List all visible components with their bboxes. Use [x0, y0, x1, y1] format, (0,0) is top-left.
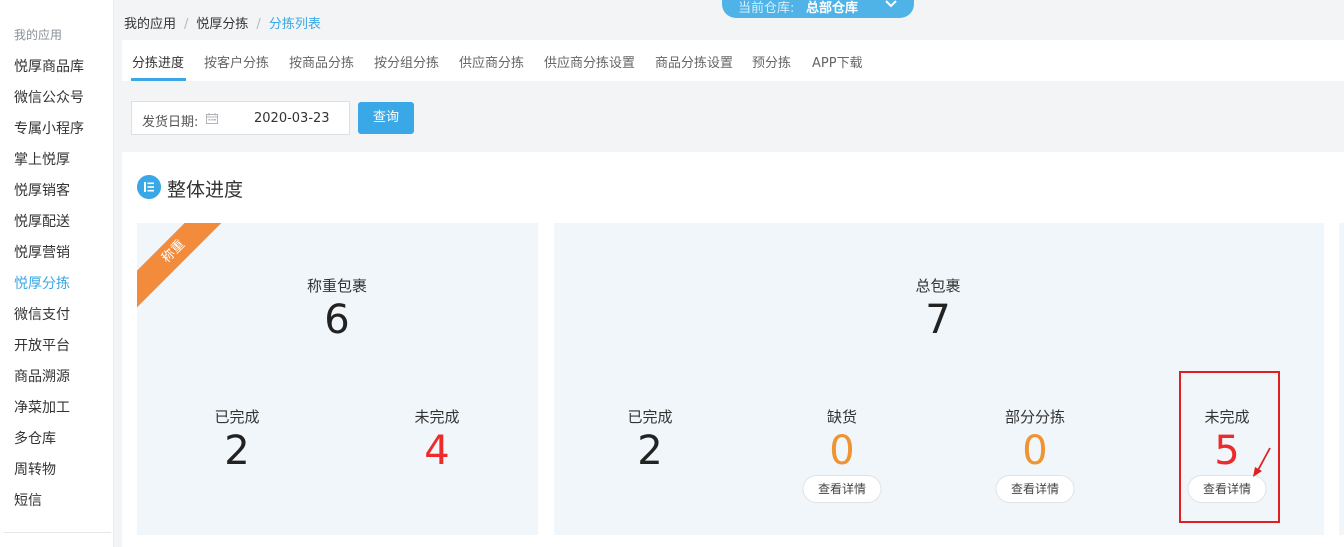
weigh-done-count: 2: [224, 428, 250, 474]
weigh-card-title: 称重包裹: [306, 277, 368, 295]
sidebar-item-wechat-pay[interactable]: 微信支付: [14, 305, 70, 325]
tab-by-group[interactable]: 按分组分拣: [374, 52, 439, 71]
weigh-pending-count: 4: [424, 428, 450, 474]
tab-by-supplier[interactable]: 供应商分拣: [459, 52, 524, 71]
sidebar-item-wechat-official[interactable]: 微信公众号: [14, 88, 84, 108]
chevron-down-icon: [885, 0, 897, 8]
weigh-ribbon: 称重: [137, 223, 237, 315]
delivery-date-value: 2020-03-23: [254, 111, 330, 126]
sidebar-item-mobile[interactable]: 掌上悦厚: [14, 150, 70, 170]
total-package-count: 7: [925, 297, 951, 343]
sidebar-title: 我的应用: [14, 28, 63, 42]
warehouse-label: 当前仓库:: [738, 1, 795, 16]
sidebar-item-processing[interactable]: 净菜加工: [14, 398, 70, 418]
breadcrumb-item-apps[interactable]: 我的应用: [124, 17, 176, 32]
sidebar-item-turnover[interactable]: 周转物: [14, 460, 56, 480]
tab-progress[interactable]: 分拣进度: [132, 52, 184, 71]
sidebar-divider: [4, 532, 111, 533]
delivery-date-label: 发货日期:: [142, 115, 199, 130]
sidebar-item-sorting[interactable]: 悦厚分拣: [14, 274, 70, 294]
breadcrumb-separator: /: [184, 17, 189, 32]
list-icon: [137, 175, 161, 199]
breadcrumb-item-sorting[interactable]: 悦厚分拣: [196, 17, 248, 32]
tab-by-goods[interactable]: 按商品分拣: [289, 52, 354, 71]
section-title: 整体进度: [167, 179, 244, 201]
total-done-label: 已完成: [627, 408, 673, 426]
sidebar-item-sales[interactable]: 悦厚销客: [14, 181, 70, 201]
weigh-package-card: 称重: [137, 223, 538, 535]
sidebar-item-delivery[interactable]: 悦厚配送: [14, 212, 70, 232]
delivery-date-field[interactable]: 发货日期: 2020-03-23: [131, 101, 350, 135]
tab-pre-sorting[interactable]: 预分拣: [752, 52, 791, 71]
tab-app-download[interactable]: APP下载: [812, 52, 863, 71]
sidebar-item-open-platform[interactable]: 开放平台: [14, 336, 70, 356]
warehouse-selector[interactable]: 当前仓库: 总部仓库: [722, 0, 914, 18]
next-card-edge: [1339, 223, 1344, 535]
weigh-total-count: 6: [324, 297, 350, 343]
weigh-pending-label: 未完成: [414, 408, 460, 426]
total-card-title: 总包裹: [915, 277, 961, 295]
breadcrumb: 我的应用 / 悦厚分拣 / 分拣列表: [124, 13, 321, 32]
partial-detail-button[interactable]: 查看详情: [995, 475, 1075, 503]
active-tab-indicator: [131, 78, 186, 81]
breadcrumb-separator: /: [256, 17, 261, 32]
sidebar-item-traceability[interactable]: 商品溯源: [14, 367, 70, 387]
sidebar-item-sms[interactable]: 短信: [14, 491, 42, 511]
breadcrumb-item-current: 分拣列表: [268, 17, 321, 32]
sidebar: 我的应用 悦厚商品库 微信公众号 专属小程序 掌上悦厚 悦厚销客 悦厚配送 悦厚…: [0, 0, 114, 547]
sidebar-item-mini-program[interactable]: 专属小程序: [14, 119, 84, 139]
sidebar-item-goods-library[interactable]: 悦厚商品库: [14, 57, 84, 77]
weigh-done-label: 已完成: [214, 408, 260, 426]
tab-goods-settings[interactable]: 商品分拣设置: [655, 52, 733, 71]
sidebar-item-marketing[interactable]: 悦厚营销: [14, 243, 70, 263]
shortage-count: 0: [829, 428, 855, 474]
shortage-label: 缺货: [826, 408, 858, 426]
warehouse-value: 总部仓库: [806, 1, 859, 16]
calendar-icon: [206, 113, 218, 124]
sidebar-item-multi-warehouse[interactable]: 多仓库: [14, 429, 56, 449]
shortage-detail-button[interactable]: 查看详情: [802, 475, 882, 503]
annotation-arrow-icon: [1253, 447, 1271, 477]
total-done-count: 2: [637, 428, 663, 474]
tab-supplier-settings[interactable]: 供应商分拣设置: [544, 52, 635, 71]
tab-bar: 分拣进度 按客户分拣 按商品分拣 按分组分拣 供应商分拣 供应商分拣设置 商品分…: [122, 40, 1344, 81]
query-button[interactable]: 查询: [358, 102, 414, 134]
partial-sorting-label: 部分分拣: [1004, 408, 1066, 426]
partial-sorting-count: 0: [1022, 428, 1048, 474]
tab-by-customer[interactable]: 按客户分拣: [204, 52, 269, 71]
